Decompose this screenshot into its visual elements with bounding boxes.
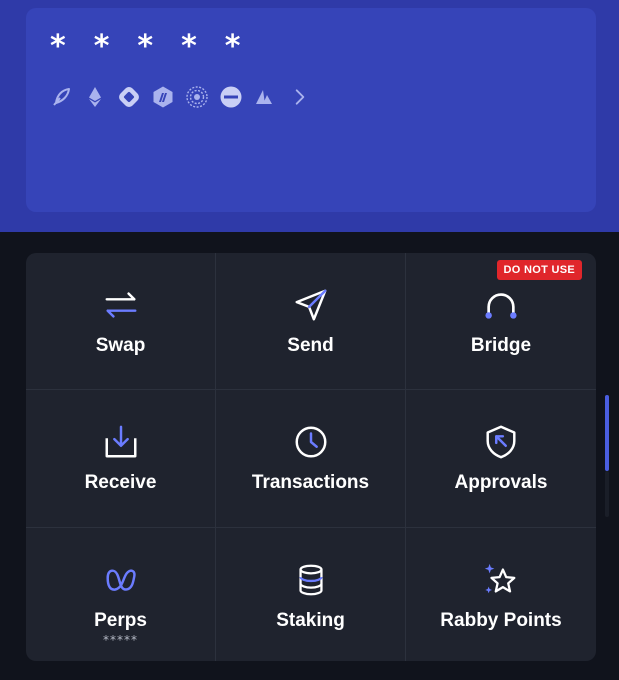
swap-arrows-icon	[101, 285, 141, 325]
bridge-arc-icon	[481, 285, 521, 325]
action-grid: Swap Send DO NOT USE Bridge Receive Tran…	[26, 253, 596, 661]
bridge-button[interactable]: DO NOT USE Bridge	[406, 253, 596, 390]
perps-label: Perps	[94, 610, 147, 631]
swap-label: Swap	[95, 335, 146, 356]
bridge-label: Bridge	[470, 335, 532, 356]
approvals-label: Approvals	[454, 472, 548, 493]
download-tray-icon	[101, 422, 141, 462]
ethereum-icon[interactable]	[82, 84, 108, 110]
staking-label: Staking	[276, 610, 345, 631]
shield-arrow-icon	[481, 422, 521, 462]
star-sparkle-icon	[481, 560, 521, 600]
clock-icon	[291, 422, 331, 462]
send-button[interactable]: Send	[216, 253, 406, 390]
arbitrum-icon[interactable]	[150, 84, 176, 110]
approvals-button[interactable]: Approvals	[406, 390, 596, 528]
staking-button[interactable]: Staking	[216, 528, 406, 661]
rabby-points-label: Rabby Points	[440, 610, 562, 631]
balance-card[interactable]: *****	[26, 8, 596, 212]
scrollbar-track[interactable]	[605, 471, 609, 517]
send-label: Send	[287, 335, 334, 356]
perps-masked-value: *****	[103, 633, 138, 647]
triangle-chain-icon[interactable]	[252, 84, 278, 110]
transactions-label: Transactions	[251, 472, 370, 493]
minus-circle-chain-icon[interactable]	[218, 84, 244, 110]
spiral-chain-icon[interactable]	[184, 84, 210, 110]
receive-button[interactable]: Receive	[26, 390, 216, 528]
chevron-right-icon[interactable]	[290, 84, 310, 110]
swap-button[interactable]: Swap	[26, 253, 216, 390]
receive-label: Receive	[84, 472, 157, 493]
rabby-points-button[interactable]: Rabby Points	[406, 528, 596, 661]
masked-balance[interactable]: *****	[50, 32, 268, 62]
perps-button[interactable]: Perps *****	[26, 528, 216, 661]
scrollbar-thumb[interactable]	[605, 395, 609, 471]
feather-chain-icon[interactable]	[48, 84, 74, 110]
chain-icon-row[interactable]	[48, 84, 310, 110]
transactions-button[interactable]: Transactions	[216, 390, 406, 528]
diamond-chain-icon[interactable]	[116, 84, 142, 110]
database-icon	[291, 560, 331, 600]
send-plane-icon	[291, 285, 331, 325]
wave-icon	[101, 560, 141, 600]
do-not-use-badge: DO NOT USE	[496, 260, 582, 280]
